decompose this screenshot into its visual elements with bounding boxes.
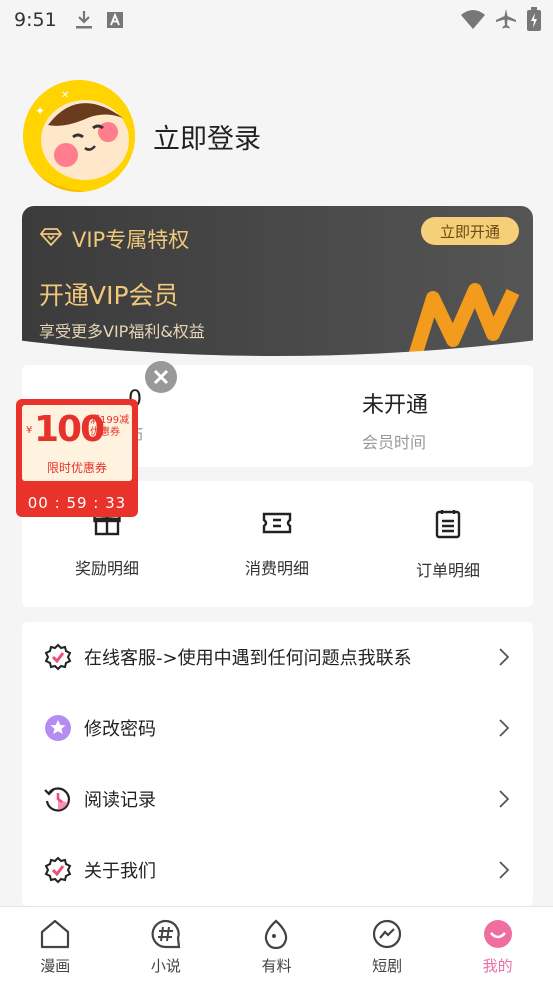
- history-icon: [44, 787, 70, 812]
- tab-label: 我的: [482, 957, 513, 975]
- menu-item-about-us[interactable]: 关于我们: [22, 835, 533, 905]
- tab-label: 小说: [150, 957, 181, 975]
- membership-label: 会员时间: [362, 433, 427, 452]
- chevron-right-icon: [499, 861, 509, 879]
- settings-menu: 在线客服->使用中遇到任何问题点我联系 修改密码 阅读记录 关于我们: [22, 622, 533, 906]
- membership-stat[interactable]: 未开通 会员时间: [362, 387, 428, 453]
- avatar-illustration: ✦ ✕: [23, 80, 135, 192]
- login-link[interactable]: 立即登录: [153, 117, 261, 156]
- reward-details-button[interactable]: 奖励明细: [47, 509, 167, 579]
- vip-headline: 开通VIP会员: [39, 281, 179, 310]
- menu-item-change-password[interactable]: 修改密码: [22, 693, 533, 763]
- order-details-button[interactable]: 订单明细: [388, 509, 508, 581]
- coupon-name: 限时优惠券: [46, 461, 107, 475]
- menu-label: 阅读记录: [84, 790, 156, 811]
- vip-card[interactable]: VIP专属特权 立即开通 开通VIP会员 享受更多VIP福利&权益: [22, 206, 533, 356]
- menu-label: 修改密码: [84, 719, 156, 740]
- tab-novels[interactable]: 小说: [111, 907, 222, 983]
- status-bar: 9:51: [0, 0, 553, 40]
- svg-text:✦: ✦: [35, 104, 45, 118]
- coupon-ticket: ¥ 100 满199减 优惠券 限时优惠券: [22, 405, 132, 481]
- bottom-tab-bar: 漫画 小说 有料 短剧 我的: [0, 906, 553, 983]
- chevron-right-icon: [499, 648, 509, 666]
- star-badge-icon: [45, 715, 71, 741]
- tab-comics[interactable]: 漫画: [0, 907, 111, 983]
- menu-item-customer-service[interactable]: 在线客服->使用中遇到任何问题点我联系: [22, 622, 533, 692]
- close-icon[interactable]: [145, 361, 177, 393]
- tab-short-drama[interactable]: 短剧: [332, 907, 443, 983]
- coupon-currency: ¥: [26, 425, 33, 436]
- hashtag-icon: [151, 919, 181, 949]
- menu-item-reading-history[interactable]: 阅读记录: [22, 764, 533, 834]
- coupon-condition: 满199减: [90, 415, 130, 426]
- text-a-icon: [106, 12, 123, 28]
- wifi-icon: [461, 10, 485, 29]
- chevron-right-icon: [499, 719, 509, 737]
- membership-value: 未开通: [362, 393, 429, 418]
- tab-mine[interactable]: 我的: [442, 907, 553, 983]
- profile-header[interactable]: ✦ ✕ 立即登录: [23, 80, 261, 192]
- tab-label: 漫画: [40, 957, 71, 975]
- ticket-icon: [262, 512, 292, 534]
- badge-check-icon: [44, 643, 72, 671]
- svg-text:✕: ✕: [61, 90, 69, 101]
- vip-open-button[interactable]: 立即开通: [421, 217, 519, 245]
- coupon-countdown: 00 : 59 : 33: [27, 494, 127, 512]
- battery-icon: [527, 7, 541, 31]
- vip-title: VIP专属特权: [72, 228, 190, 252]
- spending-details-button[interactable]: 消费明细: [217, 509, 337, 579]
- coupon-type: 优惠券: [90, 427, 120, 438]
- egg-icon: [265, 919, 288, 949]
- airplane-icon: [496, 9, 516, 29]
- order-list-icon: [435, 510, 461, 539]
- menu-label: 关于我们: [84, 861, 156, 882]
- download-icon: [75, 11, 92, 29]
- badge-check-icon: [44, 856, 72, 884]
- trend-icon: [372, 919, 402, 949]
- avatar[interactable]: ✦ ✕: [23, 80, 135, 192]
- coupon-popup[interactable]: ¥ 100 满199减 优惠券 限时优惠券 00 : 59 : 33: [16, 399, 138, 517]
- reward-details-label: 奖励明细: [74, 559, 139, 578]
- menu-label: 在线客服->使用中遇到任何问题点我联系: [84, 648, 412, 669]
- status-time: 9:51: [14, 9, 57, 31]
- smile-icon: [483, 920, 512, 948]
- home-icon: [41, 919, 70, 949]
- order-details-label: 订单明细: [415, 561, 480, 580]
- diamond-icon: [40, 228, 62, 246]
- tab-label: 短剧: [372, 957, 403, 975]
- chevron-right-icon: [499, 790, 509, 808]
- tab-label: 有料: [261, 957, 292, 975]
- spending-details-label: 消费明细: [244, 559, 309, 578]
- tab-featured[interactable]: 有料: [221, 907, 332, 983]
